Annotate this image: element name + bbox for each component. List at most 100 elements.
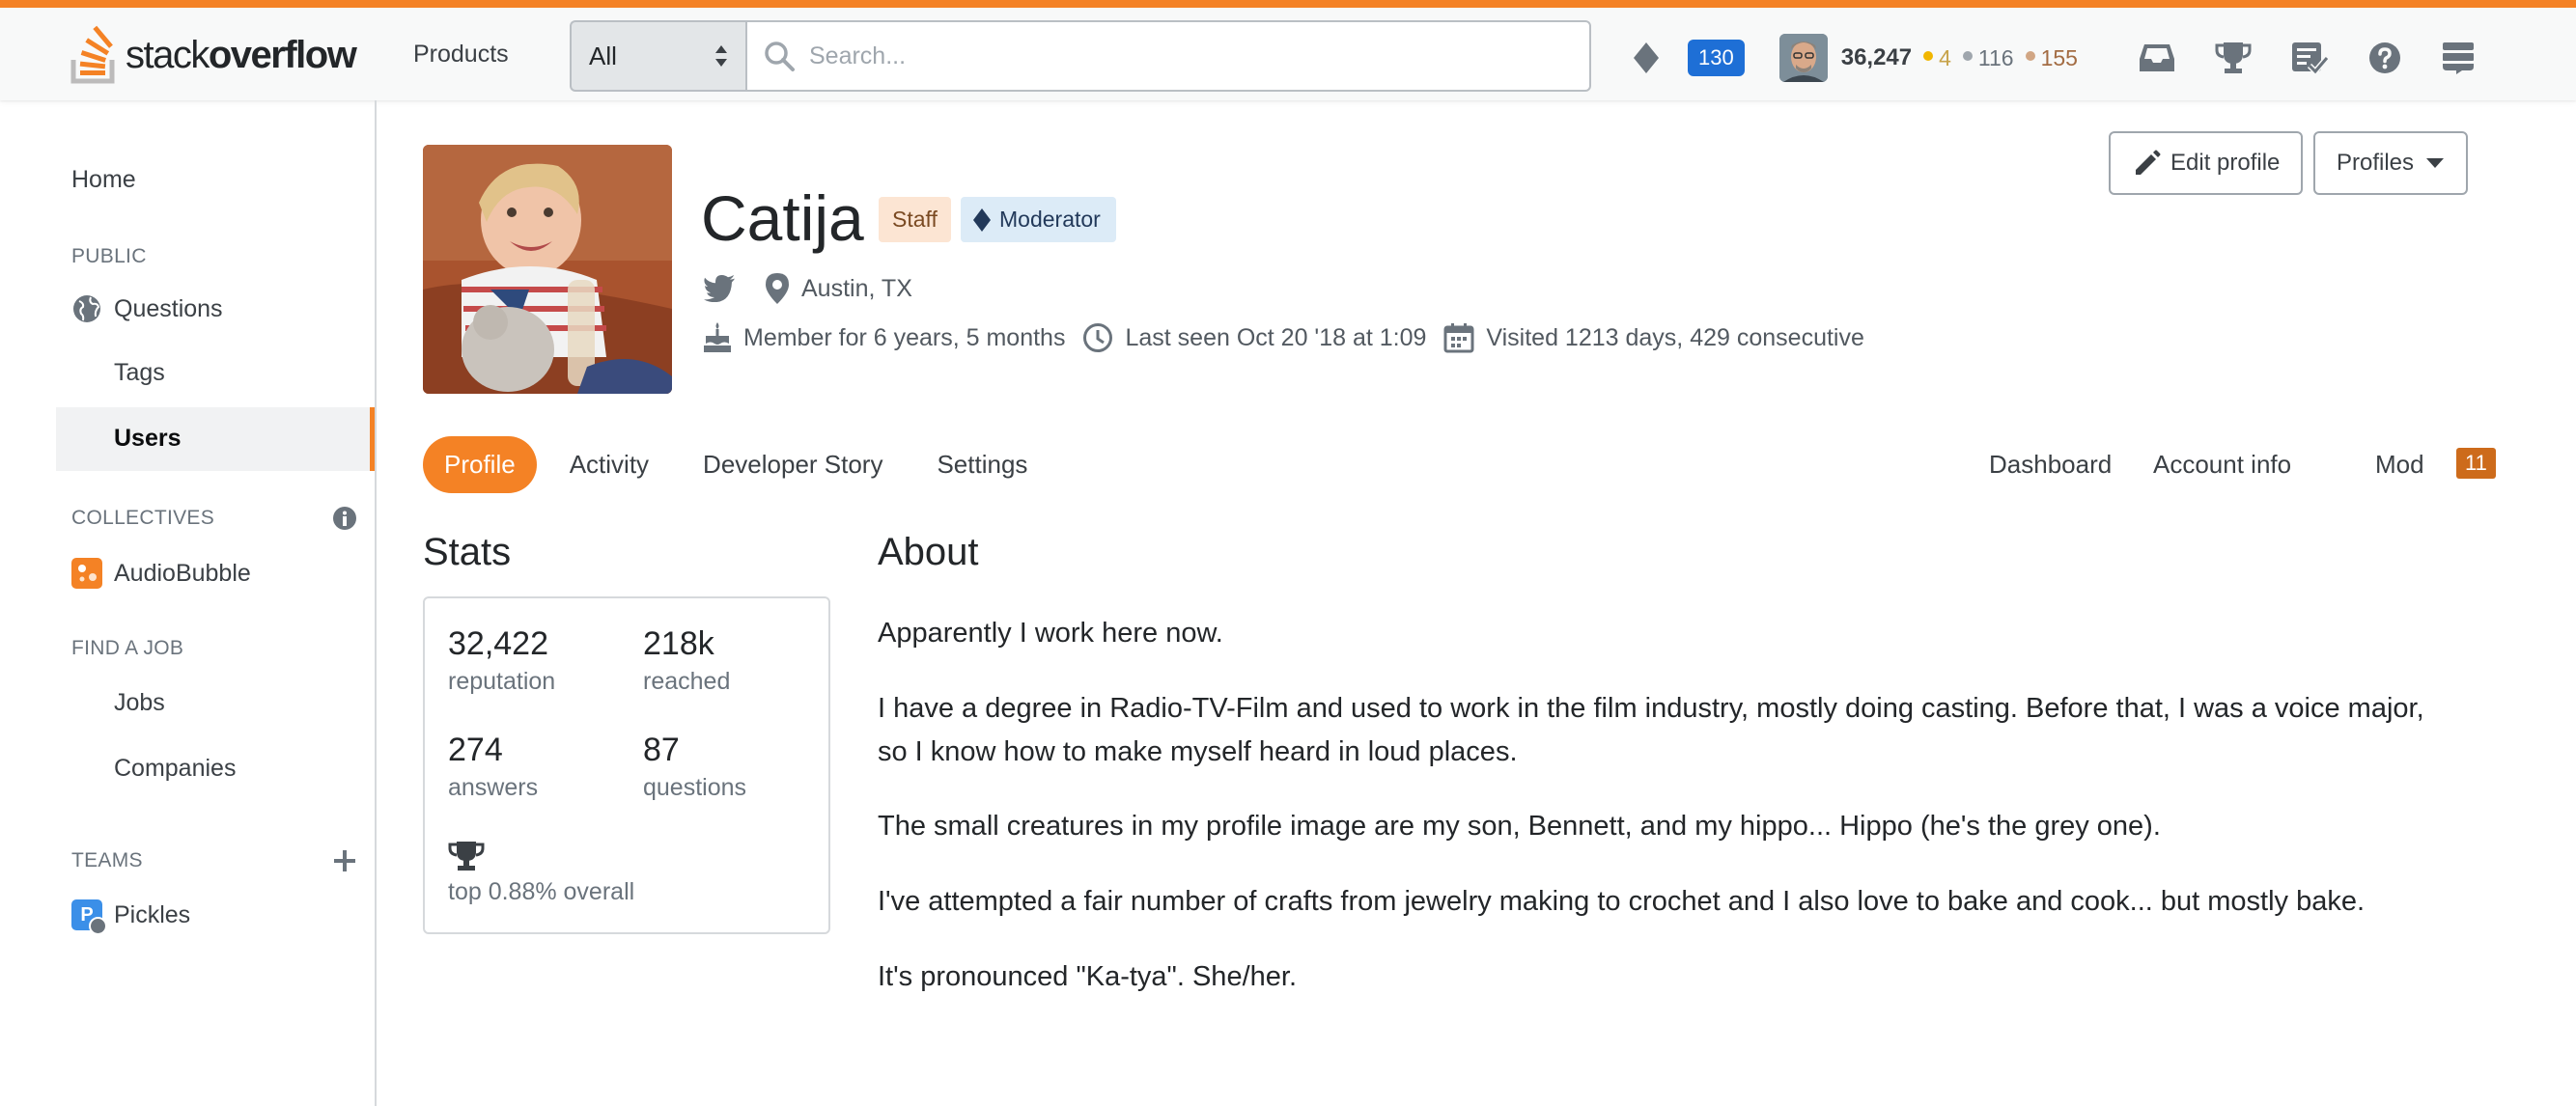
twitter-icon	[704, 275, 735, 302]
search-icon	[765, 41, 795, 71]
collective-logo-icon	[71, 558, 102, 589]
staff-badge: Staff	[879, 197, 951, 242]
stat-reputation-value: 32,422	[448, 625, 548, 662]
trophy-rank-icon	[448, 842, 485, 871]
twitter-link[interactable]	[703, 275, 736, 302]
silver-badge-count: 116	[1977, 44, 2014, 70]
sidebar-item-collective[interactable]: AudioBubble	[71, 558, 251, 589]
trophy-icon	[2215, 42, 2252, 73]
info-icon[interactable]	[332, 506, 357, 531]
tab-account-info[interactable]: Account info	[2132, 436, 2312, 493]
sidebar-label-questions: Questions	[114, 294, 223, 322]
profile-tabs: Profile Activity Developer Story Setting…	[423, 436, 1060, 493]
profile-photo-image	[423, 145, 672, 394]
gold-badge-count: 4	[1939, 44, 1951, 70]
search-input[interactable]	[807, 41, 1583, 71]
sidebar-item-team[interactable]: P Pickles	[71, 899, 191, 935]
about-title: About	[878, 531, 979, 573]
stat-reached-value: 218k	[643, 625, 714, 662]
sidebar-item-tags[interactable]: Tags	[114, 359, 165, 387]
profile-name: Catija	[701, 182, 864, 254]
tab-profile[interactable]: Profile	[423, 436, 537, 493]
search-field[interactable]	[745, 20, 1591, 92]
about-paragraph: I've attempted a fair number of crafts f…	[878, 886, 2366, 917]
moderator-badge: Moderator	[961, 197, 1116, 242]
search-scope-select[interactable]: All	[570, 20, 745, 92]
mod-inbox-count[interactable]: 130	[1688, 40, 1745, 76]
sidebar-item-companies[interactable]: Companies	[114, 755, 236, 783]
visited-text: Visited 1213 days, 429 consecutive	[1486, 323, 1864, 351]
main-content: Catija Staff Moderator Austin, TX Member…	[423, 100, 2547, 1106]
user-reputation: 36,247	[1840, 44, 1913, 70]
sidebar-heading-public: PUBLIC	[71, 245, 147, 267]
select-caret-icon	[715, 45, 727, 67]
pencil-icon	[2136, 150, 2161, 175]
user-avatar[interactable]	[1778, 34, 1828, 82]
help-icon	[2368, 42, 2400, 73]
profile-links-row: Austin, TX	[703, 272, 912, 305]
sidebar-item-home[interactable]: Home	[71, 166, 136, 194]
bronze-badge-count: 155	[2040, 44, 2078, 70]
stat-answers-label: answers	[448, 774, 539, 801]
bronze-badge-dot	[2025, 51, 2035, 61]
moderator-diamond-icon	[973, 207, 991, 232]
sidebar-label-team: Pickles	[114, 900, 191, 928]
achievements-button[interactable]	[2215, 41, 2252, 75]
help-button[interactable]	[2367, 41, 2402, 75]
avatar-image	[1778, 34, 1828, 82]
diamond-icon[interactable]	[1632, 41, 1661, 75]
stats-card: 32,422 reputation 218k reached 274 answe…	[423, 596, 830, 934]
caret-down-icon	[2426, 158, 2445, 168]
edit-profile-button[interactable]: Edit profile	[2109, 131, 2304, 195]
inbox-button[interactable]	[2138, 41, 2176, 74]
tab-mod[interactable]: Mod	[2354, 436, 2446, 493]
left-sidebar: Home PUBLIC Questions Tags Users COLLECT…	[0, 100, 377, 1106]
cake-icon	[703, 322, 732, 353]
about-paragraph: I have a degree in Radio-TV-Film and use…	[878, 693, 2424, 767]
stat-reached-label: reached	[643, 668, 731, 695]
inbox-icon	[2139, 44, 2174, 71]
about-paragraph: Apparently I work here now.	[878, 618, 1223, 649]
profiles-dropdown-button[interactable]: Profiles	[2313, 131, 2469, 195]
review-queues-button[interactable]	[2290, 41, 2329, 75]
sidebar-active-highlight	[56, 407, 375, 471]
profiles-label: Profiles	[2337, 150, 2415, 176]
tab-settings[interactable]: Settings	[915, 436, 1049, 493]
calendar-icon	[1443, 322, 1474, 353]
stackoverflow-logo[interactable]: stackoverflow	[70, 21, 357, 89]
stat-reputation-label: reputation	[448, 668, 556, 695]
search-scope-value: All	[589, 41, 617, 70]
location-pin-icon	[765, 272, 790, 305]
sidebar-heading-find-job: FIND A JOB	[71, 637, 184, 659]
gold-badge-dot	[1923, 51, 1934, 61]
stat-answers-value: 274	[448, 732, 503, 768]
profile-location: Austin, TX	[801, 274, 912, 302]
sidebar-label-collective: AudioBubble	[114, 559, 251, 587]
sidebar-item-users[interactable]: Users	[114, 425, 182, 453]
sidebar-item-jobs[interactable]: Jobs	[114, 689, 165, 717]
globe-icon	[73, 295, 100, 322]
tab-dashboard[interactable]: Dashboard	[1968, 436, 2133, 493]
member-for-text: Member for 6 years, 5 months	[743, 323, 1066, 351]
add-team-icon[interactable]	[332, 848, 357, 873]
stat-questions-value: 87	[643, 732, 680, 768]
logo-text: stackoverflow	[126, 33, 357, 76]
stat-questions-label: questions	[643, 774, 747, 801]
silver-badge-dot	[1962, 51, 1973, 61]
profile-meta-row: Member for 6 years, 5 months Last seen O…	[703, 322, 1864, 353]
stack-exchange-icon	[2442, 42, 2474, 74]
sidebar-heading-collectives: COLLECTIVES	[71, 507, 215, 529]
tab-developer-story[interactable]: Developer Story	[682, 436, 904, 493]
tab-activity[interactable]: Activity	[548, 436, 670, 493]
sidebar-item-questions[interactable]: Questions	[71, 293, 223, 324]
site-switcher-button[interactable]	[2441, 41, 2476, 75]
sidebar-heading-teams: TEAMS	[71, 849, 143, 871]
review-icon	[2291, 42, 2329, 75]
products-menu[interactable]: Products	[413, 41, 509, 69]
clock-icon	[1082, 322, 1113, 353]
about-paragraph: It's pronounced "Ka-tya". She/her.	[878, 961, 1297, 992]
stack-logo-icon	[70, 25, 115, 84]
profile-photo	[423, 145, 672, 394]
about-paragraph: The small creatures in my profile image …	[878, 811, 2161, 842]
top-right-controls: 130 36,247 4 116 155	[1632, 33, 2476, 83]
